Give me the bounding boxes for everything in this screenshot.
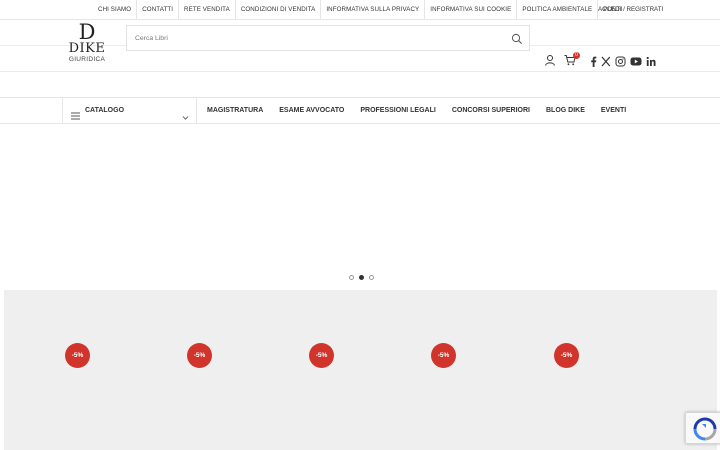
product-carousel: -5% -5% -5% -5% -5%: [4, 290, 717, 450]
nav-item-eventi[interactable]: EVENTI: [601, 98, 626, 124]
recaptcha-badge[interactable]: [685, 412, 720, 444]
linkedin-icon[interactable]: [646, 54, 656, 66]
main-nav: CATALOGO MAGISTRATURA ESAME AVVOCATO PRO…: [0, 97, 720, 124]
slider-pagination: [346, 275, 376, 280]
catalog-label: CATALOGO: [85, 107, 125, 114]
recaptcha-icon: [693, 417, 717, 441]
top-link-cookie[interactable]: INFORMATIVA SUI COOKIE: [425, 0, 518, 20]
catalog-dropdown[interactable]: CATALOGO: [62, 98, 197, 124]
account-link[interactable]: ACCEDI / REGISTRATI: [598, 0, 663, 20]
discount-badge: -5%: [431, 343, 456, 368]
slider-dot[interactable]: [368, 275, 374, 280]
top-link-condizioni[interactable]: CONDIZIONI DI VENDITA: [236, 0, 322, 20]
nav-menu: MAGISTRATURA ESAME AVVOCATO PROFESSIONI …: [207, 98, 642, 124]
discount-badge: -5%: [65, 343, 90, 368]
menu-icon: [71, 107, 80, 120]
top-link-rete-vendita[interactable]: RETE VENDITA: [179, 0, 236, 20]
youtube-icon[interactable]: [630, 54, 642, 66]
top-links: CHI SIAMO CONTATTI RETE VENDITA CONDIZIO…: [93, 0, 627, 20]
logo[interactable]: D DIKE GIURIDICA: [64, 22, 110, 70]
top-bar: CHI SIAMO CONTATTI RETE VENDITA CONDIZIO…: [0, 0, 720, 20]
chevron-down-icon: [182, 108, 189, 120]
search-input[interactable]: [127, 26, 507, 50]
slider-dot-active[interactable]: [358, 275, 364, 280]
top-link-privacy[interactable]: INFORMATIVA SULLA PRIVACY: [321, 0, 426, 20]
nav-item-magistratura[interactable]: MAGISTRATURA: [207, 98, 263, 124]
nav-item-professioni-legali[interactable]: PROFESSIONI LEGALI: [360, 98, 435, 124]
discount-badge: -5%: [187, 343, 212, 368]
logo-name: DIKE: [68, 41, 106, 56]
x-icon[interactable]: [601, 54, 611, 67]
discount-badge: -5%: [309, 343, 334, 368]
cart-count-badge: 0: [573, 52, 580, 59]
top-link-ambientale[interactable]: POLITICA AMBIENTALE: [517, 0, 599, 20]
instagram-icon[interactable]: [615, 54, 626, 67]
user-icon[interactable]: [544, 53, 556, 66]
discount-badge: -5%: [554, 343, 579, 368]
logo-mark: D: [78, 20, 96, 44]
search-box: [126, 25, 530, 51]
search-icon[interactable]: [511, 32, 523, 44]
slider-dot[interactable]: [348, 275, 354, 280]
facebook-icon[interactable]: [589, 54, 598, 67]
top-link-chi-siamo[interactable]: CHI SIAMO: [93, 0, 138, 20]
top-link-contatti[interactable]: CONTATTI: [137, 0, 180, 20]
nav-item-concorsi-superiori[interactable]: CONCORSI SUPERIORI: [452, 98, 530, 124]
nav-item-esame-avvocato[interactable]: ESAME AVVOCATO: [279, 98, 344, 124]
logo-sub: GIURIDICA: [68, 56, 106, 63]
nav-item-blog-dike[interactable]: BLOG DIKE: [546, 98, 585, 124]
